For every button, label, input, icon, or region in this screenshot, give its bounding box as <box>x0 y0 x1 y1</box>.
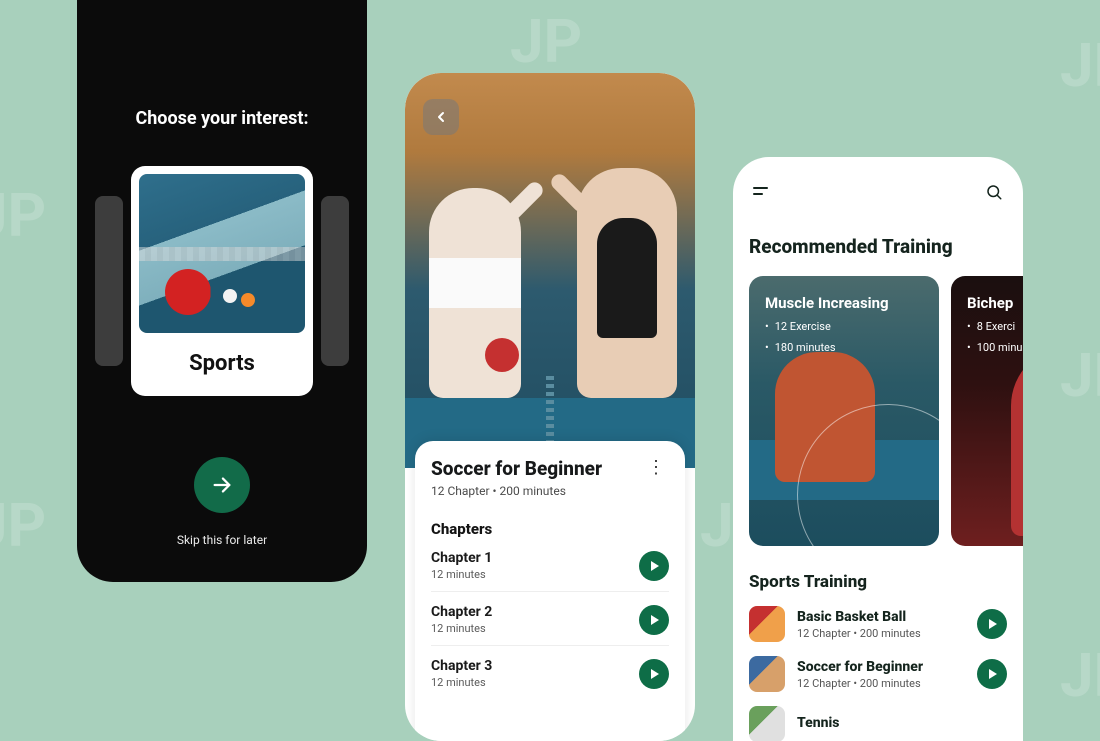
chapter-row: Chapter 2 12 minutes <box>431 592 669 646</box>
interest-card-sports[interactable]: Sports <box>131 166 314 396</box>
list-item[interactable]: Soccer for Beginner 12 Chapter • 200 min… <box>749 656 1007 692</box>
course-hero-image <box>405 73 695 468</box>
reco-card-title: Muscle Increasing <box>765 294 923 312</box>
reco-card-muscle[interactable]: Muscle Increasing 12 Exercise 180 minute… <box>749 276 939 546</box>
screen-course-detail: Soccer for Beginner 12 Chapter • 200 min… <box>405 73 695 741</box>
search-icon[interactable] <box>985 183 1003 205</box>
menu-icon[interactable] <box>753 185 771 204</box>
list-thumbnail <box>749 606 785 642</box>
course-subtitle: 12 Chapter • 200 minutes <box>431 484 602 498</box>
recommended-carousel[interactable]: Muscle Increasing 12 Exercise 180 minute… <box>749 276 1007 546</box>
screen-home: Recommended Training Muscle Increasing 1… <box>733 157 1023 741</box>
reco-card-line: 12 Exercise <box>765 320 923 333</box>
play-button[interactable] <box>639 551 669 581</box>
chapter-row: Chapter 1 12 minutes <box>431 538 669 592</box>
course-title: Soccer for Beginner <box>431 457 602 480</box>
list-item-subtitle: 12 Chapter • 200 minutes <box>797 677 965 690</box>
chapter-duration: 12 minutes <box>431 676 492 689</box>
chapter-row: Chapter 3 12 minutes <box>431 646 669 699</box>
course-sheet: Soccer for Beginner 12 Chapter • 200 min… <box>415 441 685 741</box>
recommended-header: Recommended Training <box>749 235 1007 258</box>
interest-card-label: Sports <box>139 333 306 388</box>
play-button[interactable] <box>639 605 669 635</box>
list-item[interactable]: Tennis <box>749 706 1007 741</box>
continue-button[interactable] <box>194 457 250 513</box>
list-item-title: Tennis <box>797 715 1007 731</box>
reco-card-bicep[interactable]: Bichep 8 Exerci 100 minu <box>951 276 1023 546</box>
interest-card-next[interactable] <box>321 196 349 366</box>
list-item-subtitle: 12 Chapter • 200 minutes <box>797 627 965 640</box>
reco-card-title: Bichep <box>967 294 1023 312</box>
chapter-name: Chapter 1 <box>431 550 492 566</box>
list-item-title: Soccer for Beginner <box>797 659 965 675</box>
chapter-name: Chapter 2 <box>431 604 492 620</box>
play-button[interactable] <box>977 659 1007 689</box>
interest-card-prev[interactable] <box>95 196 123 366</box>
reco-card-line: 8 Exerci <box>967 320 1023 333</box>
interest-carousel[interactable]: Sports <box>95 165 349 397</box>
chapter-name: Chapter 3 <box>431 658 492 674</box>
play-button[interactable] <box>639 659 669 689</box>
list-thumbnail <box>749 706 785 741</box>
reco-card-line: 180 minutes <box>765 341 923 354</box>
play-button[interactable] <box>977 609 1007 639</box>
back-button[interactable] <box>423 99 459 135</box>
list-item[interactable]: Basic Basket Ball 12 Chapter • 200 minut… <box>749 606 1007 642</box>
screen-choose-interest: Choose your interest: Sports Skip this f… <box>77 0 367 582</box>
skip-link[interactable]: Skip this for later <box>95 533 349 547</box>
more-options-icon[interactable]: ⋮ <box>643 457 669 478</box>
choose-interest-title: Choose your interest: <box>95 108 349 129</box>
sports-training-header: Sports Training <box>749 572 1007 592</box>
chevron-left-icon <box>433 109 449 125</box>
chapters-header: Chapters <box>431 520 669 538</box>
list-thumbnail <box>749 656 785 692</box>
arrow-right-icon <box>211 474 233 496</box>
reco-card-line: 100 minu <box>967 341 1023 354</box>
chapter-duration: 12 minutes <box>431 622 492 635</box>
top-bar <box>749 179 1007 205</box>
list-item-title: Basic Basket Ball <box>797 609 965 625</box>
interest-card-image <box>139 174 306 333</box>
chapter-duration: 12 minutes <box>431 568 492 581</box>
